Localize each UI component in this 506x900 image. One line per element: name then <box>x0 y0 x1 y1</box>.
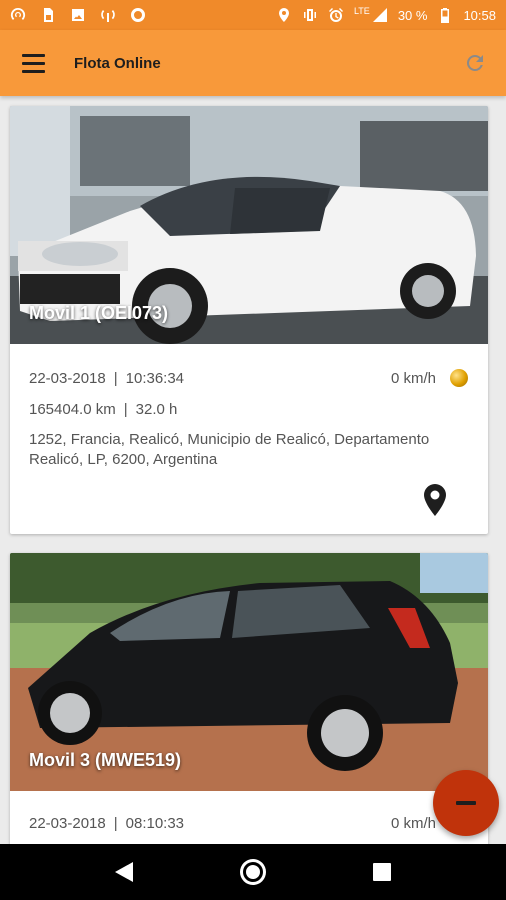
separator: | <box>123 400 128 418</box>
report-date: 22-03-2018 <box>29 369 106 387</box>
alarm-icon <box>328 7 344 23</box>
sim-icon <box>40 7 56 23</box>
vehicle-card[interactable]: Movil 3 (MWE519) 22-03-2018 | 08:10:33 0… <box>10 553 488 844</box>
separator: | <box>113 814 118 832</box>
vehicle-photo: Movil 3 (MWE519) <box>10 553 488 791</box>
engine-hours: 32.0 h <box>135 400 178 418</box>
hamburger-menu-icon[interactable] <box>22 50 48 76</box>
odometer-row: 165404.0 km | 32.0 h <box>29 399 468 419</box>
location-icon <box>276 7 292 23</box>
status-indicator-icon <box>450 369 468 387</box>
vehicle-card[interactable]: Movil 1 (OEI073) 22-03-2018 | 10:36:34 0… <box>10 106 488 534</box>
signal-tower-icon <box>10 7 26 23</box>
vehicle-list[interactable]: Movil 1 (OEI073) 22-03-2018 | 10:36:34 0… <box>0 96 506 844</box>
speed: 0 km/h <box>390 814 436 832</box>
odometer: 165404.0 km <box>29 400 116 418</box>
battery-icon <box>437 7 453 23</box>
map-pin-icon[interactable] <box>424 484 446 516</box>
report-time: 08:10:33 <box>125 814 185 832</box>
network-type: LTE <box>353 6 370 16</box>
speed: 0 km/h <box>390 369 436 387</box>
vibrate-icon <box>302 7 318 23</box>
image-icon <box>70 7 86 23</box>
battery-percent: 30 % <box>397 7 428 23</box>
timestamp-row: 22-03-2018 | 10:36:34 0 km/h <box>29 368 468 388</box>
vehicle-name: Movil 3 (MWE519) <box>29 750 182 770</box>
page-title: Flota Online <box>74 54 161 72</box>
status-time: 10:58 <box>463 7 496 23</box>
timestamp-row: 22-03-2018 | 08:10:33 0 km/h <box>29 813 468 833</box>
app-bar: Flota Online <box>0 30 506 96</box>
vehicle-name: Movil 1 (OEI073) <box>29 303 169 323</box>
wifi-calling-icon <box>100 7 116 23</box>
home-icon[interactable] <box>233 852 273 892</box>
address: 1252, Francia, Realicó, Municipio de Rea… <box>29 431 430 468</box>
back-icon[interactable] <box>104 852 144 892</box>
separator: | <box>113 369 118 387</box>
refresh-icon[interactable] <box>462 50 488 76</box>
vehicle-photo: Movil 1 (OEI073) <box>10 106 488 344</box>
recents-icon[interactable] <box>362 852 402 892</box>
navigation-bar <box>0 844 506 900</box>
report-time: 10:36:34 <box>125 369 185 387</box>
lte-signal-icon <box>372 7 388 23</box>
minus-icon[interactable] <box>433 770 499 836</box>
report-date: 22-03-2018 <box>29 814 106 832</box>
status-bar: LTE 30 % 10:58 <box>0 0 506 30</box>
circle-icon <box>130 7 146 23</box>
